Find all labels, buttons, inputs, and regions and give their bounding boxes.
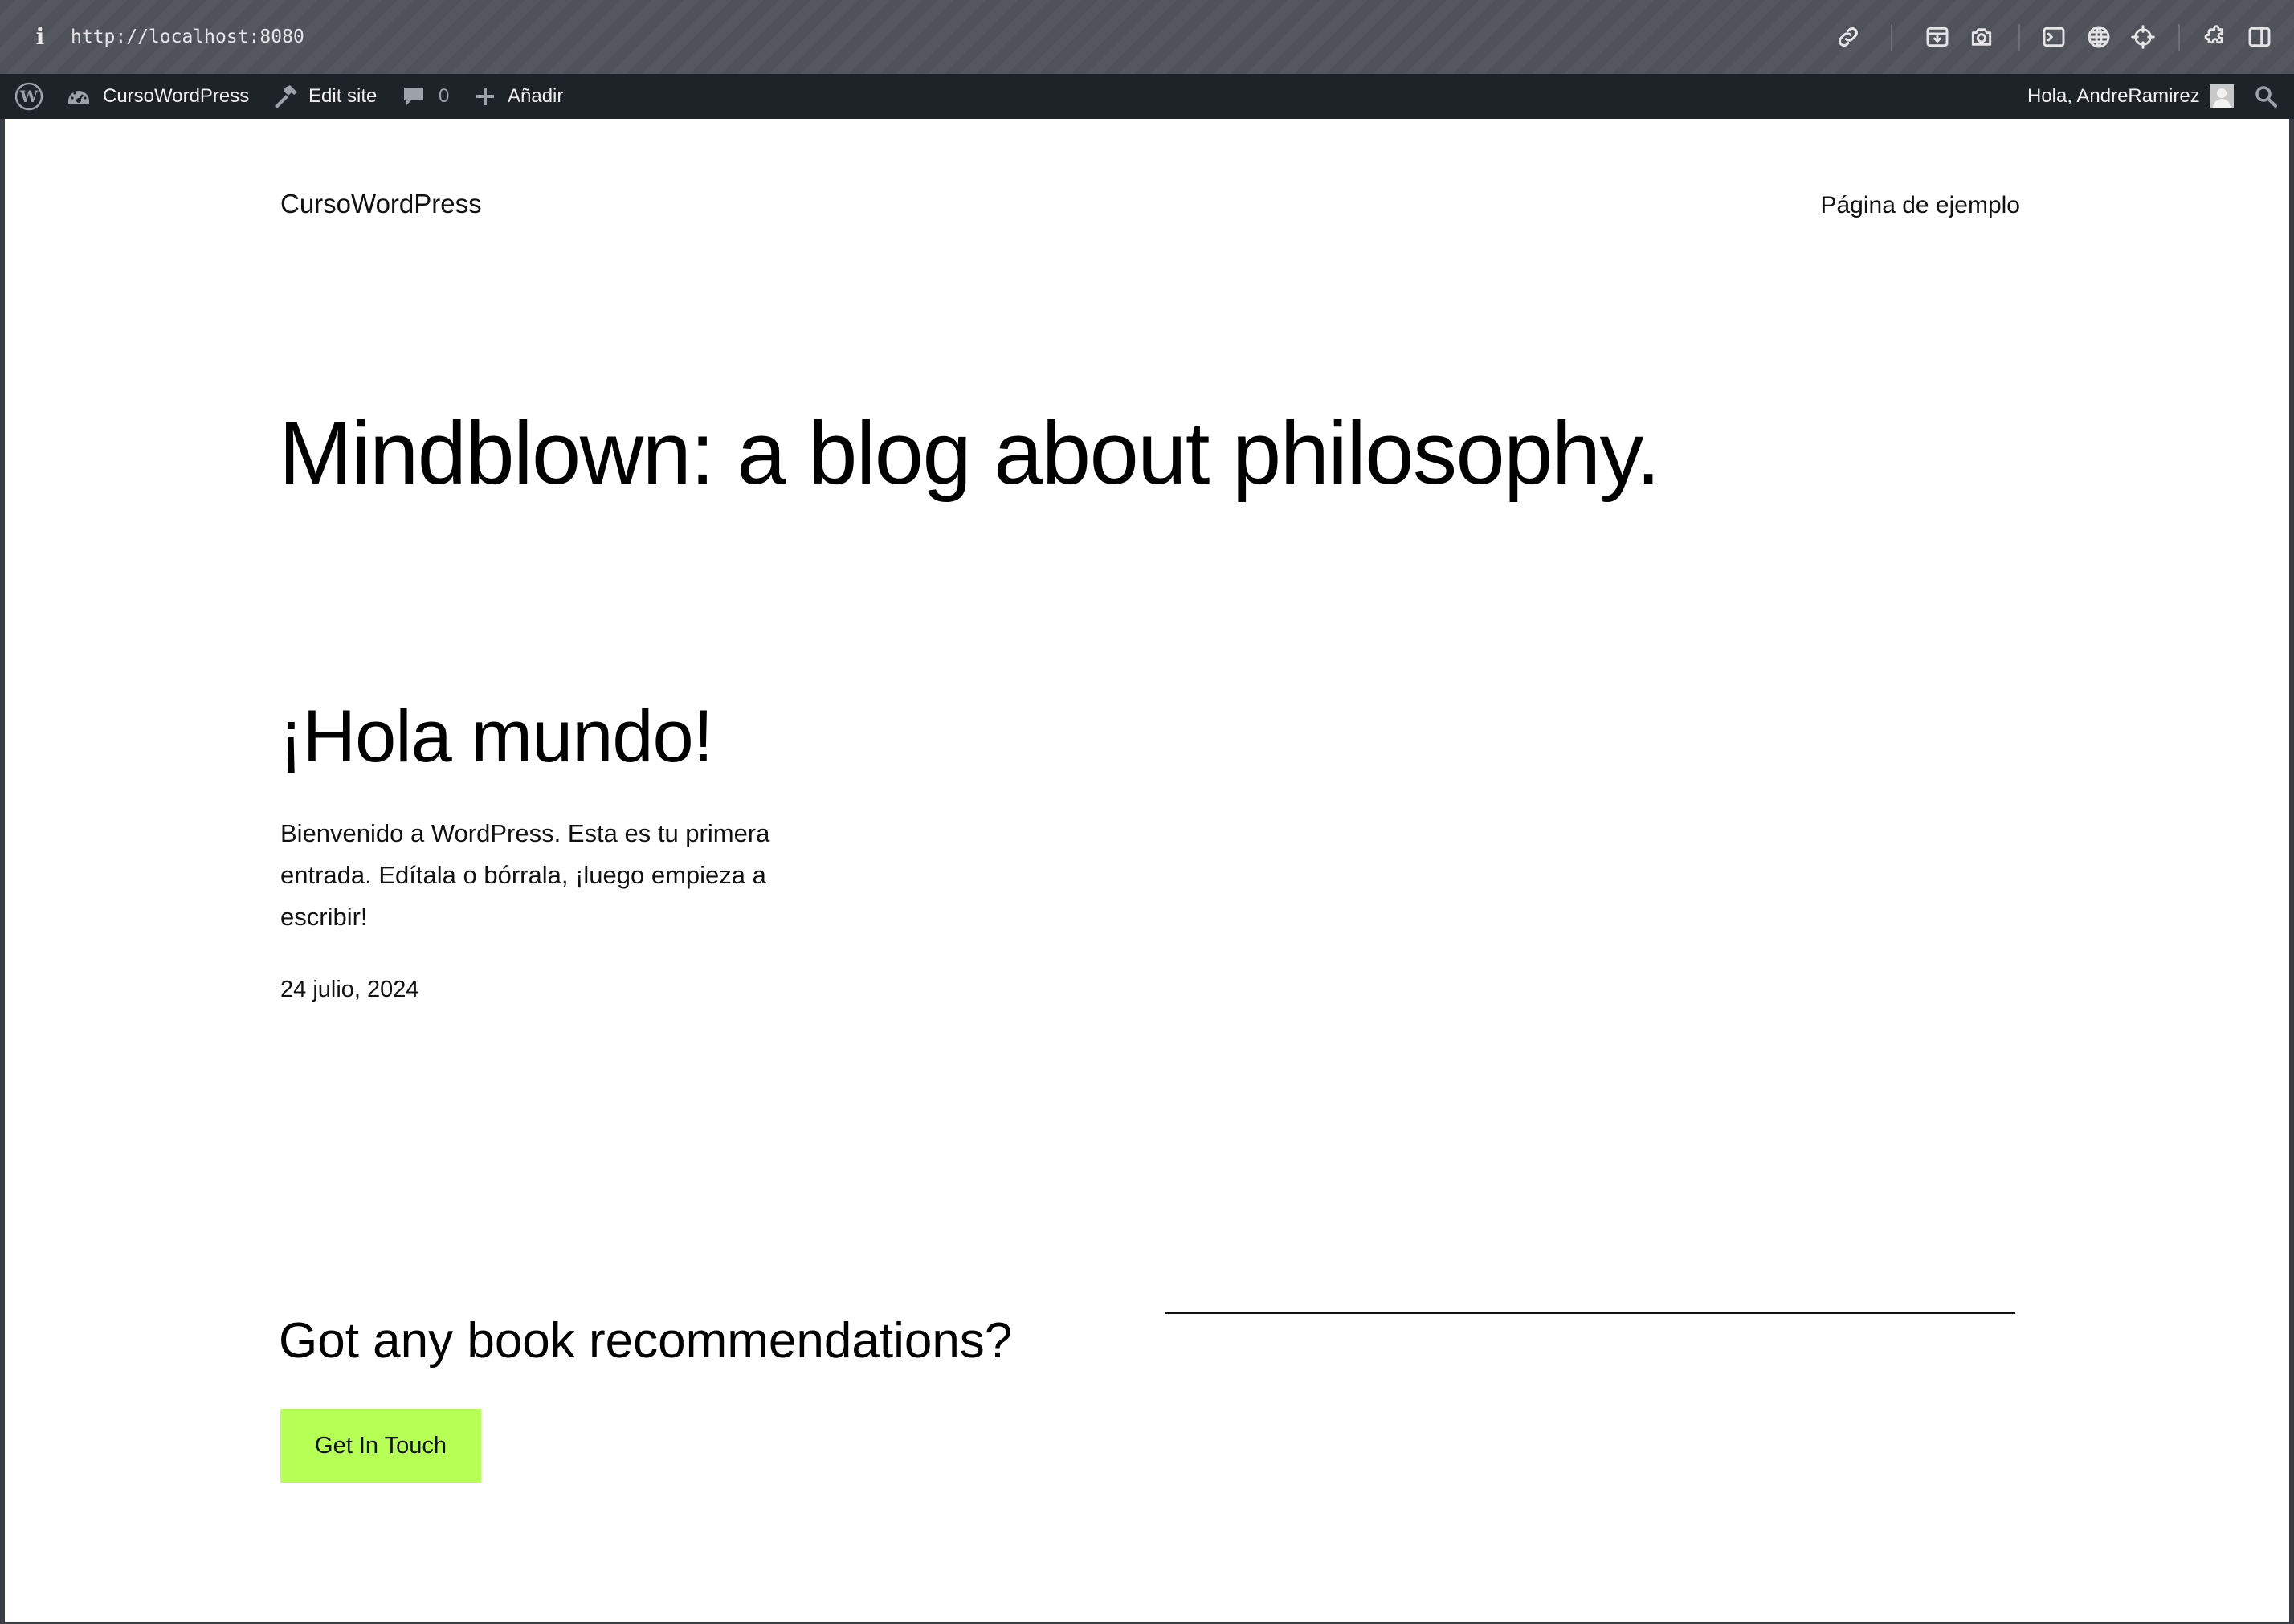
camera-icon[interactable] (1965, 21, 1998, 53)
admin-greeting: Hola, AndreRamirez (2027, 85, 2200, 107)
footer-separator-line (1165, 1312, 2015, 1314)
site-info-icon[interactable]: i (29, 24, 51, 50)
post-excerpt: Bienvenido a WordPress. Esta es tu prime… (280, 819, 770, 931)
admin-comments-count: 0 (439, 85, 450, 107)
plus-icon (476, 88, 494, 105)
dashboard-gauge-icon (68, 91, 89, 104)
admin-site-name: CursoWordPress (103, 85, 250, 107)
admin-comments-link[interactable]: 0 (402, 74, 449, 119)
post-date: 24 julio, 2024 (280, 977, 419, 1002)
crosshair-icon[interactable] (2127, 21, 2159, 53)
site-title-link[interactable]: CursoWordPress (280, 188, 482, 220)
page-content: CursoWordPress Página de ejemplo Mindblo… (5, 119, 2289, 1622)
toolbar-separator (2178, 24, 2180, 51)
admin-add-new-link[interactable]: Añadir (474, 74, 563, 119)
wp-admin-bar: W CursoWordPress Edit site 0 Añadir Hola… (0, 74, 2294, 119)
toolbar-separator (2018, 24, 2020, 51)
screenshot-area-icon[interactable] (1921, 21, 1953, 53)
admin-edit-site-label: Edit site (308, 85, 378, 107)
footer-cta-heading: Got any book recommendations? (279, 1313, 1013, 1369)
link-icon[interactable] (1832, 21, 1864, 53)
admin-site-name-link[interactable]: CursoWordPress (66, 74, 249, 119)
hammer-icon (275, 85, 297, 108)
get-in-touch-button[interactable]: Get In Touch (280, 1409, 481, 1483)
post-title-link[interactable]: ¡Hola mundo! (279, 692, 713, 781)
nav-link-sample-page[interactable]: Página de ejemplo (1820, 190, 2020, 222)
admin-edit-site-link[interactable]: Edit site (271, 74, 377, 119)
sidebar-icon[interactable] (2243, 21, 2276, 53)
admin-add-new-label: Añadir (508, 85, 564, 107)
extensions-icon[interactable] (2199, 21, 2231, 53)
admin-account-menu[interactable]: Hola, AndreRamirez (2027, 74, 2234, 119)
terminal-icon[interactable] (2038, 21, 2070, 53)
address-bar-url[interactable]: http://localhost:8080 (71, 24, 304, 50)
wordpress-logo-icon[interactable]: W (14, 74, 43, 119)
comment-bubble-icon (404, 88, 423, 105)
toolbar-separator (1891, 24, 1892, 51)
hero-heading: Mindblown: a blog about philosophy. (279, 404, 1660, 503)
avatar (2209, 84, 2234, 108)
admin-search-icon[interactable] (2254, 74, 2278, 119)
svg-text:W: W (19, 87, 39, 106)
browser-toolbar: i http://localhost:8080 (0, 0, 2294, 75)
globe-icon[interactable] (2083, 21, 2115, 53)
